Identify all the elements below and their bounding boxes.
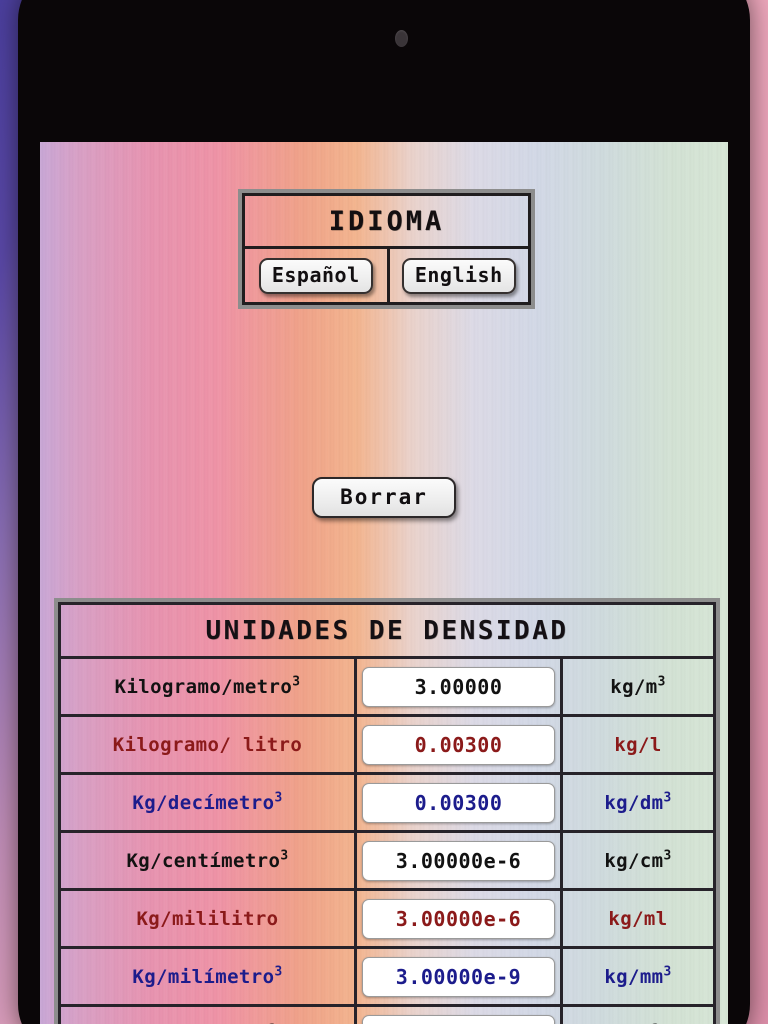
language-cell-english: English <box>386 249 529 302</box>
unit-name-cell: Kg/mililitro <box>61 891 354 946</box>
unit-value-cell: 0.00300 <box>354 717 563 772</box>
unit-name-cell: Kilogramo/ litro <box>61 717 354 772</box>
unit-symbol-cell: kg/m3 <box>563 659 713 714</box>
unit-value-text: 0.00300 <box>414 732 503 757</box>
unit-name-cell: Kg/milímetro3 <box>61 949 354 1004</box>
unit-symbol-label: kg/cm3 <box>604 848 672 872</box>
table-row: Kilogramo/metro3 3.00000 kg/m3 <box>58 659 716 717</box>
unit-value-text: 0.00300 <box>414 790 503 815</box>
table-row: Kilogramo/ litro 0.00300 kg/l <box>58 717 716 775</box>
unit-symbol-label: kg/mm3 <box>604 964 672 988</box>
language-cell-spanish: Español <box>245 249 387 302</box>
unit-value-input[interactable]: 3.00000 <box>362 666 555 707</box>
unit-value-cell: 0.00300 <box>354 775 563 830</box>
unit-name-cell: Kilogramo/metro3 <box>61 659 354 714</box>
unit-symbol-cell: kg/dm3 <box>563 775 713 830</box>
density-table-header: UNIDADES DE DENSIDAD <box>58 602 716 659</box>
clear-button[interactable]: Borrar <box>312 477 456 518</box>
density-table-title: UNIDADES DE DENSIDAD <box>205 615 569 646</box>
language-button-english[interactable]: English <box>401 257 516 294</box>
unit-value-cell: 3000.00000 <box>354 1007 563 1024</box>
unit-name-label: Kg/milímetro3 <box>132 964 283 988</box>
unit-symbol-label: kg/m3 <box>610 674 666 698</box>
unit-symbol-cell: kg/mm3 <box>563 949 713 1004</box>
unit-value-text: 3.00000 <box>414 674 503 699</box>
unit-name-label: Kg/decímetro3 <box>132 790 283 814</box>
page-background: IDIOMA Español English Borrar UNIDADES D… <box>0 0 768 1024</box>
table-row: Kg/decímetro3 0.00300 kg/dm3 <box>58 775 716 833</box>
unit-value-cell: 3.00000 <box>354 659 563 714</box>
unit-value-input[interactable]: 0.00300 <box>362 724 555 765</box>
unit-name-cell: Kg/centímetro3 <box>61 833 354 888</box>
language-button-spanish[interactable]: Español <box>258 257 373 294</box>
unit-name-label: Kg/centímetro3 <box>126 848 289 872</box>
unit-value-cell: 3.00000e-6 <box>354 891 563 946</box>
table-row: Kg/mililitro 3.00000e-6 kg/ml <box>58 891 716 949</box>
unit-name-label: Kilogramo/ litro <box>112 733 303 756</box>
unit-symbol-cell: kg/l <box>563 717 713 772</box>
unit-symbol-label: kg/dm3 <box>604 790 672 814</box>
density-units-table: UNIDADES DE DENSIDAD Kilogramo/metro3 3.0… <box>54 598 720 1024</box>
density-table-body: Kilogramo/metro3 3.00000 kg/m3 Kilogramo/ l… <box>58 659 716 1024</box>
unit-symbol-cell: g/m3 <box>563 1007 713 1024</box>
unit-value-text: 3.00000e-9 <box>395 964 522 989</box>
table-row: Gramo/metro3 3000.00000 g/m3 <box>58 1007 716 1024</box>
language-panel-title: IDIOMA <box>328 205 445 237</box>
unit-name-label: Kilogramo/metro3 <box>114 674 301 698</box>
unit-value-input[interactable]: 0.00300 <box>362 782 555 823</box>
camera-dot-icon <box>395 30 408 47</box>
unit-name-label: Kg/mililitro <box>136 907 279 930</box>
unit-value-text: 3.00000e-6 <box>395 906 522 931</box>
unit-value-input[interactable]: 3.00000e-6 <box>362 898 555 939</box>
unit-value-text: 3.00000e-6 <box>395 848 522 873</box>
language-panel: IDIOMA Español English <box>238 189 535 309</box>
language-button-row: Español English <box>242 249 531 305</box>
app-screen: IDIOMA Español English Borrar UNIDADES D… <box>40 142 728 1024</box>
unit-symbol-label: kg/ml <box>608 907 668 930</box>
unit-symbol-label: kg/l <box>614 733 662 756</box>
language-panel-title-row: IDIOMA <box>242 193 531 249</box>
table-row: Kg/milímetro3 3.00000e-9 kg/mm3 <box>58 949 716 1007</box>
unit-value-cell: 3.00000e-6 <box>354 833 563 888</box>
unit-value-input[interactable]: 3.00000e-9 <box>362 956 555 997</box>
unit-value-input[interactable]: 3.00000e-6 <box>362 840 555 881</box>
unit-value-input[interactable]: 3000.00000 <box>362 1014 555 1024</box>
unit-symbol-cell: kg/cm3 <box>563 833 713 888</box>
clear-button-row: Borrar <box>40 477 728 518</box>
unit-name-cell: Gramo/metro3 <box>61 1007 354 1024</box>
table-row: Kg/centímetro3 3.00000e-6 kg/cm3 <box>58 833 716 891</box>
unit-name-cell: Kg/decímetro3 <box>61 775 354 830</box>
unit-symbol-cell: kg/ml <box>563 891 713 946</box>
unit-value-cell: 3.00000e-9 <box>354 949 563 1004</box>
